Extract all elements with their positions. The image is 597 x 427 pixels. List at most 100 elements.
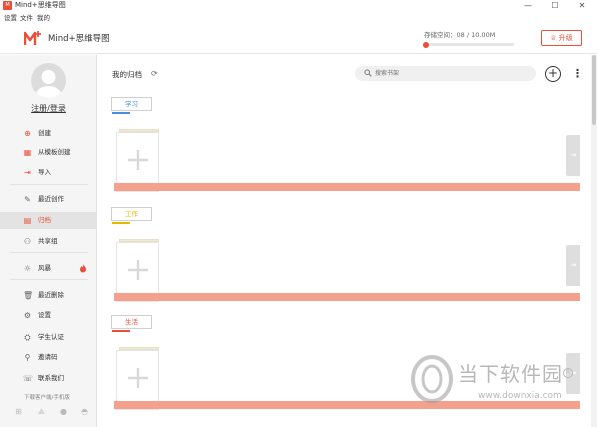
sidebar-item-2-0[interactable]: ☼ 风暴 bbox=[0, 260, 97, 277]
category-tag[interactable]: 工作 bbox=[111, 207, 152, 221]
upgrade-label: 升级 bbox=[558, 34, 573, 42]
minimize-button[interactable]: — bbox=[518, 0, 538, 12]
more-menu-button[interactable]: ⋮ bbox=[572, 67, 583, 81]
template-icon: ▦ bbox=[23, 148, 32, 157]
app-icon: M bbox=[3, 1, 12, 10]
add-button[interactable]: + bbox=[545, 66, 561, 82]
sidebar-item-1-0[interactable]: ✎ 最近创作 bbox=[0, 191, 97, 208]
windows-icon[interactable]: ⊞ bbox=[14, 407, 23, 416]
login-link[interactable]: 注册/登录 bbox=[0, 103, 97, 115]
trash-icon: 🗑 bbox=[23, 291, 34, 300]
maximize-button[interactable]: ☐ bbox=[545, 0, 565, 12]
sidebar-item-3-4[interactable]: ☏ 联系我们 bbox=[0, 370, 97, 387]
shelf-strip bbox=[114, 401, 580, 409]
window-title: Mind+思维导图 bbox=[15, 1, 66, 9]
registered-mark: R bbox=[563, 368, 573, 378]
menu-file[interactable]: 文件 bbox=[20, 13, 33, 23]
watermark-text: 当下软件园 bbox=[458, 362, 563, 386]
plus-circle-icon: ⊕ bbox=[24, 129, 31, 138]
android-icon[interactable]: ◓ bbox=[80, 407, 89, 416]
close-button[interactable]: ✕ bbox=[572, 0, 592, 12]
watermark-url: www.downxia.com bbox=[478, 391, 562, 401]
enter-icon: ⇥ bbox=[570, 261, 576, 269]
scrollbar[interactable] bbox=[591, 55, 597, 427]
bulb-icon: ☼ bbox=[23, 264, 32, 273]
app-header: Mind+思维导图 存储空间：08 / 10.00M ♕ 升级 bbox=[0, 24, 597, 54]
sidebar-item-label: 从模板创建 bbox=[38, 148, 71, 156]
page-title: 我的归档 bbox=[112, 70, 142, 79]
sidebar-item-3-0[interactable]: 🗑 最近删除 bbox=[0, 287, 97, 304]
sidebar-item-3-2[interactable]: ⛭ 学生认证 bbox=[0, 329, 97, 346]
sidebar-item-3-1[interactable]: ⚙ 设置 bbox=[0, 307, 97, 324]
shelf-strip bbox=[114, 183, 580, 191]
bookshelf-panel: ⇥ bbox=[114, 228, 580, 306]
logo-text: Mind+思维导图 bbox=[48, 34, 110, 44]
sidebar-item-label: 归档 bbox=[38, 216, 51, 224]
refresh-icon[interactable]: ⟳ bbox=[151, 70, 159, 78]
plus-icon: + bbox=[547, 66, 559, 80]
sidebar-item-1-1[interactable]: ▤ 归档 bbox=[0, 212, 97, 229]
fire-icon bbox=[80, 264, 86, 273]
sidebar-item-label: 学生认证 bbox=[38, 333, 64, 341]
upgrade-button[interactable]: ♕ 升级 bbox=[541, 30, 582, 46]
student-icon: ⛭ bbox=[24, 333, 31, 342]
shelf-strip bbox=[114, 293, 580, 301]
scrollbar-thumb[interactable] bbox=[592, 55, 596, 125]
menu-settings[interactable]: 设置 bbox=[4, 13, 17, 23]
sidebar-item-label: 创建 bbox=[38, 129, 51, 137]
sidebar-item-3-3[interactable]: ⚲ 邀请码 bbox=[0, 349, 97, 366]
sidebar-divider bbox=[10, 279, 88, 280]
sidebar-item-label: 风暴 bbox=[38, 264, 51, 272]
shelf-expand-tab[interactable]: ⇥ bbox=[566, 135, 580, 176]
menu-bar: 设置 文件 我的 bbox=[0, 12, 597, 24]
sidebar-divider bbox=[10, 184, 88, 185]
sidebar-item-label: 邀请码 bbox=[38, 353, 58, 361]
sidebar-divider bbox=[10, 252, 88, 253]
sidebar-item-label: 最近删除 bbox=[38, 291, 64, 299]
enter-icon: ⇥ bbox=[570, 151, 576, 159]
category-tag[interactable]: 生活 bbox=[111, 315, 152, 329]
storage-progress-bar bbox=[424, 43, 514, 46]
plus-icon bbox=[128, 150, 148, 170]
contact-icon: ☏ bbox=[23, 374, 34, 383]
sidebar-item-0-0[interactable]: ⊕ 创建 bbox=[0, 125, 97, 142]
category-tag[interactable]: 学习 bbox=[111, 97, 152, 111]
default-avatar-icon bbox=[35, 70, 62, 98]
plus-icon bbox=[128, 368, 148, 388]
search-input[interactable] bbox=[375, 67, 525, 80]
apple-icon[interactable]: ● bbox=[59, 407, 68, 416]
sidebar-item-label: 共享组 bbox=[38, 237, 58, 245]
category-color-bar bbox=[112, 330, 130, 332]
plus-icon bbox=[128, 260, 148, 280]
watermark-logo-icon bbox=[411, 355, 453, 403]
menu-mine[interactable]: 我的 bbox=[37, 13, 50, 23]
sidebar-item-label: 联系我们 bbox=[38, 374, 64, 382]
appstore-icon[interactable]: ⟁ bbox=[37, 407, 46, 416]
category-color-bar bbox=[112, 222, 130, 224]
user-icon: ⚲ bbox=[24, 353, 31, 362]
sidebar-item-label: 导入 bbox=[38, 168, 51, 176]
sidebar-item-1-2[interactable]: ⚇ 共享组 bbox=[0, 233, 97, 250]
import-icon: ⇥ bbox=[24, 168, 31, 177]
download-client-label: 下载客户端/手机版 bbox=[24, 395, 70, 401]
more-vertical-icon: ⋮ bbox=[572, 67, 583, 80]
bookshelf-panel: ⇥ bbox=[114, 118, 580, 196]
search-icon bbox=[364, 69, 372, 77]
sidebar-item-0-2[interactable]: ⇥ 导入 bbox=[0, 164, 97, 181]
edit-icon: ✎ bbox=[24, 195, 31, 204]
storage-label: 存储空间：08 / 10.00M bbox=[424, 31, 496, 39]
avatar[interactable] bbox=[31, 63, 66, 98]
search-box bbox=[355, 66, 536, 81]
category-color-bar bbox=[112, 112, 130, 114]
sidebar-item-label: 最近创作 bbox=[38, 195, 64, 203]
logo-icon bbox=[24, 31, 41, 45]
sidebar-item-0-1[interactable]: ▦ 从模板创建 bbox=[0, 144, 97, 161]
gear-icon: ⚙ bbox=[23, 311, 32, 320]
sidebar-item-label: 设置 bbox=[38, 311, 51, 319]
share-group-icon: ⚇ bbox=[23, 237, 32, 246]
sidebar: 注册/登录 ⊕ 创建 ▦ 从模板创建 ⇥ 导入 ✎ 最近创作 ▤ 归档 ⚇ 共享组 ☼ 风暴 🗑 最近删除 ⚙ 设… bbox=[0, 55, 97, 427]
shelf-expand-tab[interactable]: ⇥ bbox=[566, 245, 580, 286]
title-bar: M Mind+思维导图 — ☐ ✕ bbox=[0, 0, 597, 12]
storage-progress-dot bbox=[423, 41, 429, 48]
archive-icon: ▤ bbox=[23, 216, 32, 225]
